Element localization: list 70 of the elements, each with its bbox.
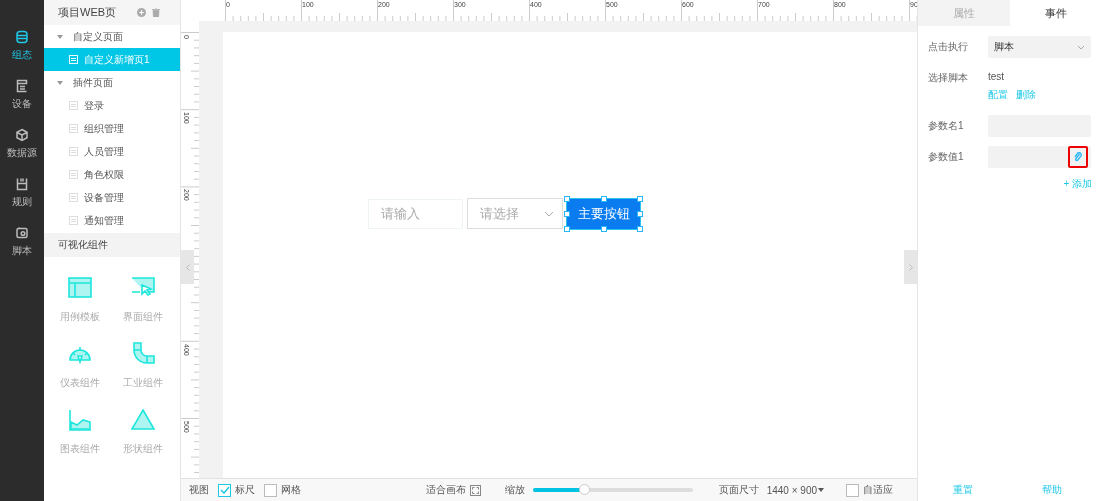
check-icon [219,486,230,494]
tree-group[interactable]: 插件页面 [44,71,180,94]
page-item[interactable]: 组织管理 [44,117,180,140]
caret-icon [818,488,824,492]
collapse-handle[interactable] [904,250,917,284]
document-icon [69,193,78,202]
fit-canvas-label: 适合画布 [425,483,466,497]
nav-item[interactable]: 规则 [0,177,44,209]
page-item[interactable]: 登录 [44,94,180,117]
page-size-label: 页面尺寸 [718,483,759,497]
frame-icon [15,177,29,191]
resize-handle[interactable] [564,195,570,202]
document-icon [69,101,78,110]
fit-screen-icon[interactable] [469,484,481,496]
resize-handle[interactable] [600,225,607,232]
chevron-down-icon [1077,44,1085,50]
page-item[interactable]: 人员管理 [44,140,180,163]
database-icon [15,30,29,44]
field-label: 参数名1 [928,119,965,133]
field-label: 选择脚本 [928,71,969,85]
input-field[interactable]: 请输入 [368,198,463,229]
auto-fit-checkbox[interactable]: 自适应 [846,483,893,497]
grid-checkbox[interactable]: 网格 [264,483,301,497]
caret-icon[interactable] [57,34,63,39]
field-label: 点击执行 [928,40,969,54]
trash-icon[interactable] [152,8,160,17]
resize-handle[interactable] [600,195,607,202]
paperclip-icon [1074,152,1082,162]
field-label: 参数值1 [928,150,965,164]
document-icon [69,170,78,179]
chevron-down-icon [544,210,554,217]
page-size-dropdown[interactable]: 1440 × 900 [766,484,824,496]
nav-item[interactable]: 设备 [0,79,44,111]
zoom-label: 缩放 [504,483,525,497]
resize-handle[interactable] [564,225,570,232]
checkbox[interactable] [218,483,231,497]
section-header: 可视化组件 [44,233,180,257]
page-item[interactable]: 设备管理 [44,186,180,209]
collapse-handle[interactable] [181,250,194,284]
document-icon [69,147,78,156]
document-icon [69,124,78,133]
wallet-icon [15,226,29,240]
view-label: 视图 [189,483,209,497]
link-button[interactable] [1068,146,1088,168]
nav-item[interactable]: 组态 [0,30,44,62]
checkbox[interactable] [846,483,859,497]
document-icon [15,79,29,93]
document-icon [69,55,78,64]
page-item[interactable]: 通知管理 [44,209,180,232]
chevron-right-icon [908,263,913,271]
nav-item[interactable]: 数据源 [0,128,44,160]
tree-group[interactable]: 自定义页面 [44,25,180,48]
action-select[interactable]: 脚本 [988,36,1091,58]
primary-button[interactable]: 主要按钮 [567,198,640,229]
resize-handle[interactable] [637,225,643,232]
ruler-checkbox[interactable]: 标尺 [218,483,255,497]
document-icon [69,216,78,225]
sidebar-title: 项目WEB页 [58,5,117,20]
caret-icon[interactable] [57,80,63,85]
cube-icon [15,128,29,142]
resize-handle[interactable] [564,210,570,217]
add-icon[interactable] [137,8,146,17]
chevron-left-icon [185,263,190,271]
page-item[interactable]: 角色权限 [44,163,180,186]
resize-handle[interactable] [637,210,643,217]
input-field[interactable] [988,146,1091,168]
resize-handle[interactable] [637,195,643,202]
script-name: test [988,71,1006,82]
checkbox[interactable] [264,483,277,497]
nav-item[interactable]: 脚本 [0,226,44,258]
